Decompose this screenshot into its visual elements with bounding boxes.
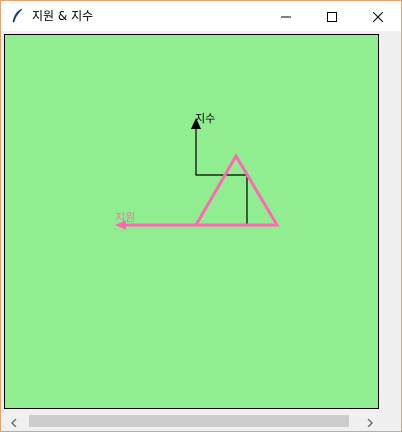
pink-turtle-label: 지원 xyxy=(115,211,135,224)
close-icon xyxy=(372,7,384,26)
horizontal-scroll-thumb[interactable] xyxy=(29,415,349,427)
scroll-right-button[interactable] xyxy=(362,413,378,429)
chevron-right-icon xyxy=(366,412,374,431)
minimize-icon xyxy=(281,7,291,26)
turtle-canvas[interactable]: 지수 지원 xyxy=(4,34,379,409)
vertical-scrollbar[interactable] xyxy=(380,34,401,409)
maximize-button[interactable] xyxy=(309,1,355,31)
pink-triangle-path xyxy=(121,153,280,227)
close-button[interactable] xyxy=(355,1,401,31)
minimize-button[interactable] xyxy=(263,1,309,31)
app-window: 지원 & 지수 지수 지원 xyxy=(0,0,402,432)
title-bar[interactable]: 지원 & 지수 xyxy=(1,1,401,31)
chevron-left-icon xyxy=(10,412,18,431)
scrollbar-corner xyxy=(380,411,401,431)
horizontal-scrollbar[interactable] xyxy=(4,411,379,431)
feather-icon xyxy=(10,8,26,24)
drawing: 지수 지원 xyxy=(115,112,280,230)
black-turtle-label: 지수 xyxy=(195,112,215,125)
scroll-left-button[interactable] xyxy=(6,413,22,429)
window-title: 지원 & 지수 xyxy=(32,9,94,23)
maximize-icon xyxy=(327,7,337,26)
